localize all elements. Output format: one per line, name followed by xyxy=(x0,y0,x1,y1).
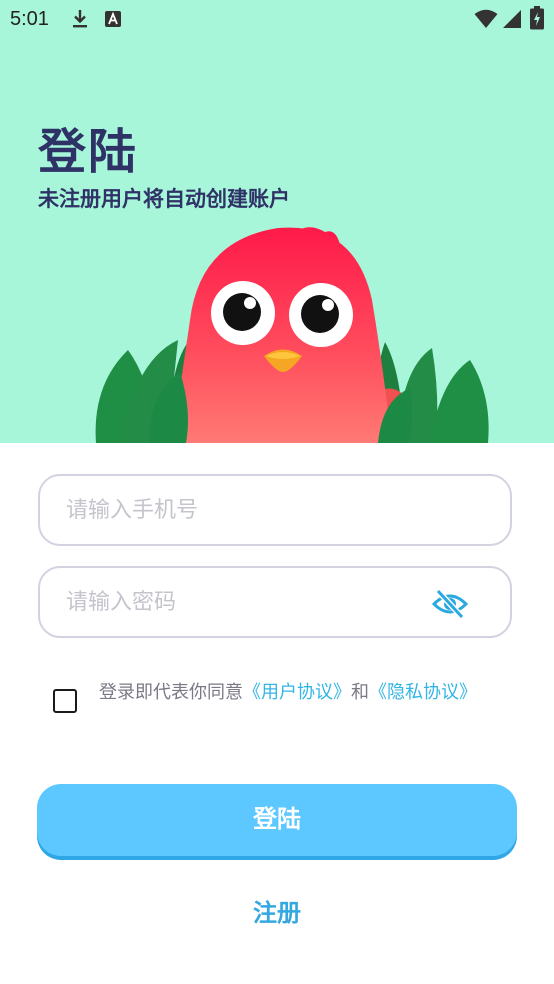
page-subtitle: 未注册用户将自动创建账户 xyxy=(38,187,290,211)
phone-field[interactable] xyxy=(38,474,512,546)
agreement-text: 登录即代表你同意《用户协议》和《隐私协议》 xyxy=(99,678,499,708)
login-button[interactable]: 登陆 xyxy=(37,784,517,856)
privacy-policy-link[interactable]: 《隐私协议》 xyxy=(369,682,477,703)
eye-off-icon[interactable] xyxy=(432,588,468,620)
register-link[interactable]: 注册 xyxy=(0,893,554,928)
status-time: 5:01 xyxy=(10,8,49,30)
agreement-checkbox[interactable] xyxy=(53,689,77,713)
agreement-conjunction: 和 xyxy=(351,682,369,703)
hero-banner: 5:01 登陆 未注册用户将自动创建账户 xyxy=(0,0,554,443)
password-input[interactable] xyxy=(66,568,436,636)
user-agreement-link[interactable]: 《用户协议》 xyxy=(243,682,351,703)
phone-input[interactable] xyxy=(66,476,436,544)
bird-mascot-illustration xyxy=(95,227,489,443)
page-title: 登陆 xyxy=(38,124,139,180)
agreement-prefix: 登录即代表你同意 xyxy=(99,682,243,703)
download-icon xyxy=(73,10,87,28)
a-notification-icon xyxy=(105,11,121,27)
status-bar: 5:01 xyxy=(0,0,554,40)
wifi-icon xyxy=(474,9,498,28)
password-field[interactable] xyxy=(38,566,512,638)
signal-icon xyxy=(503,10,521,28)
battery-charging-icon xyxy=(530,6,544,30)
